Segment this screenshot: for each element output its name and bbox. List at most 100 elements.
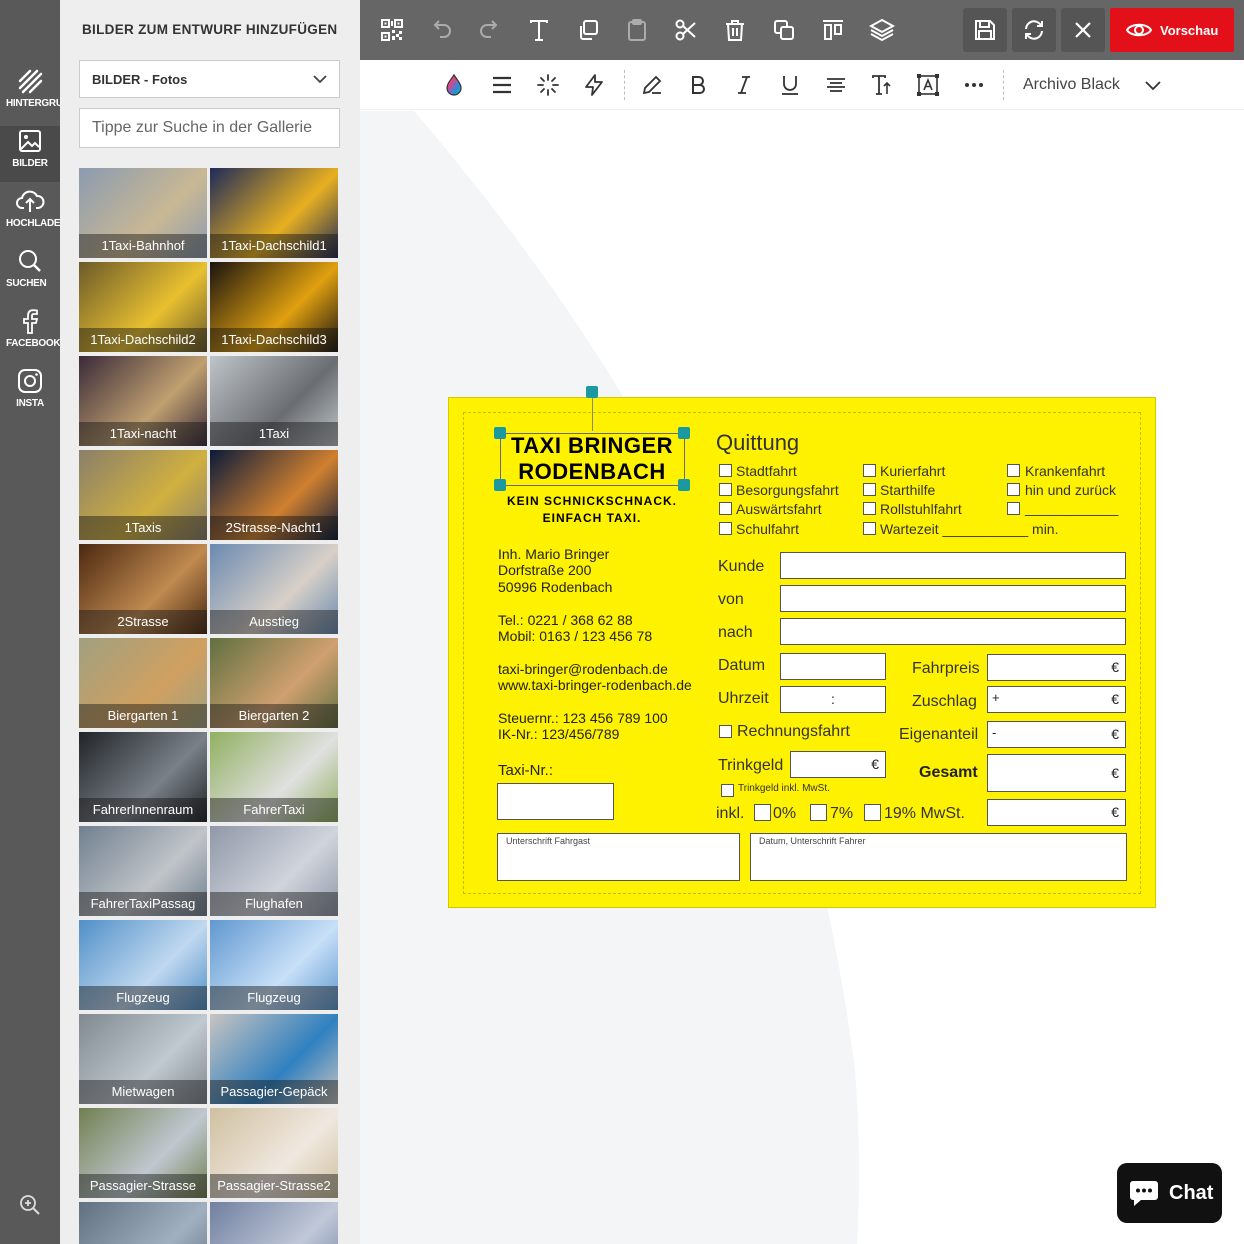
rotate-handle[interactable]: [586, 386, 598, 398]
align-center-button[interactable]: [823, 72, 849, 98]
more-options-button[interactable]: [961, 72, 987, 98]
underline-button[interactable]: [777, 72, 803, 98]
rail-item-hintergrund[interactable]: HINTERGRUND: [0, 66, 60, 122]
gallery-image-tile[interactable]: Passagier-Strasse: [79, 1108, 207, 1198]
chat-button[interactable]: Chat: [1117, 1163, 1222, 1223]
paste-button[interactable]: [621, 14, 653, 46]
taxi-number-field[interactable]: [497, 783, 614, 820]
checkbox[interactable]: [810, 804, 827, 821]
driver-signature-field[interactable]: Datum, Unterschrift Fahrer: [750, 833, 1127, 881]
fare-label: Fahrpreis: [912, 660, 980, 677]
checkbox[interactable]: [863, 464, 876, 477]
gallery-image-tile[interactable]: Biergarten 1: [79, 638, 207, 728]
align-top-button[interactable]: [817, 14, 849, 46]
close-button[interactable]: [1061, 8, 1105, 52]
cut-button[interactable]: [670, 14, 702, 46]
checkbox[interactable]: [719, 502, 732, 515]
gallery-image-tile[interactable]: FahrerTaxiPassag: [79, 826, 207, 916]
fare-field[interactable]: €: [987, 654, 1126, 681]
gallery-image-tile[interactable]: 1Taxi-Bahnhof: [79, 168, 207, 258]
font-size-button[interactable]: [869, 72, 895, 98]
line-spacing-button[interactable]: [489, 72, 515, 98]
rail-item-bilder[interactable]: BILDER: [0, 126, 60, 182]
checkbox[interactable]: [1007, 483, 1020, 496]
copayment-field[interactable]: - €: [987, 721, 1126, 748]
to-field[interactable]: [780, 618, 1126, 645]
checkbox[interactable]: [719, 522, 732, 535]
zoom-in-icon[interactable]: [18, 1193, 42, 1217]
checkbox[interactable]: [754, 804, 771, 821]
preview-button[interactable]: Vorschau: [1110, 8, 1234, 52]
checkbox[interactable]: [864, 804, 881, 821]
gallery-image-tile[interactable]: [210, 1202, 338, 1244]
edit-button[interactable]: [639, 72, 665, 98]
checkbox[interactable]: [863, 483, 876, 496]
tip-field[interactable]: €: [790, 751, 886, 778]
gallery-image-tile[interactable]: Biergarten 2: [210, 638, 338, 728]
refresh-button[interactable]: [1012, 8, 1056, 52]
gallery-image-tile[interactable]: Flughafen: [210, 826, 338, 916]
total-field[interactable]: €: [987, 754, 1126, 792]
redo-button[interactable]: [474, 14, 506, 46]
gallery-search-input[interactable]: [79, 108, 340, 148]
time-field[interactable]: :: [780, 686, 886, 713]
copy-button[interactable]: [572, 14, 604, 46]
text-box-button[interactable]: [915, 72, 941, 98]
italic-button[interactable]: [731, 72, 757, 98]
gallery-image-tile[interactable]: Ausstieg: [210, 544, 338, 634]
qr-code-button[interactable]: [376, 14, 408, 46]
rail-item-insta[interactable]: INSTA: [0, 366, 60, 422]
font-dropdown-button[interactable]: [1140, 72, 1166, 98]
gallery-image-tile[interactable]: 2Strasse-Nacht1: [210, 450, 338, 540]
checkbox[interactable]: [721, 784, 734, 797]
surcharge-label: Zuschlag: [912, 693, 977, 710]
checkbox[interactable]: [1007, 502, 1020, 515]
add-text-button[interactable]: [523, 14, 555, 46]
customer-field[interactable]: [780, 552, 1126, 579]
gallery-image-tile[interactable]: FahrerTaxi: [210, 732, 338, 822]
date-field[interactable]: [780, 653, 886, 680]
rail-item-facebook[interactable]: FACEBOOK: [0, 306, 60, 362]
duplicate-button[interactable]: [768, 14, 800, 46]
gallery-image-tile[interactable]: 2Strasse: [79, 544, 207, 634]
gallery-image-tile[interactable]: 1Taxi-nacht: [79, 356, 207, 446]
gallery-image-tile[interactable]: Flugzeug: [79, 920, 207, 1010]
guest-signature-field[interactable]: Unterschrift Fahrgast: [497, 833, 740, 881]
rail-item-suchen[interactable]: SUCHEN: [0, 246, 60, 302]
animation-button[interactable]: [581, 72, 607, 98]
gallery-image-tile[interactable]: [79, 1202, 207, 1244]
undo-button[interactable]: [425, 14, 457, 46]
bold-button[interactable]: [685, 72, 711, 98]
save-button[interactable]: [963, 8, 1007, 52]
effects-button[interactable]: [535, 72, 561, 98]
checkbox[interactable]: [1007, 464, 1020, 477]
font-family-select[interactable]: Archivo Black: [1023, 76, 1120, 94]
layers-button[interactable]: [866, 14, 898, 46]
checkbox[interactable]: [719, 464, 732, 477]
gallery-image-tile[interactable]: 1Taxi-Dachschild1: [210, 168, 338, 258]
from-field[interactable]: [780, 585, 1126, 612]
gallery-image-tile[interactable]: Mietwagen: [79, 1014, 207, 1104]
rail-item-hochladen[interactable]: HOCHLADEN: [0, 186, 60, 242]
checkbox[interactable]: [719, 483, 732, 496]
gallery-image-tile[interactable]: Passagier-Strasse2: [210, 1108, 338, 1198]
logo-line-2[interactable]: RODENBACH: [494, 459, 690, 485]
surcharge-field[interactable]: + €: [987, 686, 1126, 713]
logo-line-1[interactable]: TAXI BRINGER: [494, 433, 690, 459]
vat-amount-field[interactable]: €: [987, 799, 1126, 826]
gallery-image-tile[interactable]: FahrerInnenraum: [79, 732, 207, 822]
receipt-card[interactable]: TAXI BRINGER RODENBACH KEIN SCHNICKSCHNA…: [448, 386, 1156, 908]
checkbox[interactable]: [863, 502, 876, 515]
checkbox[interactable]: [719, 725, 732, 738]
delete-button[interactable]: [719, 14, 751, 46]
gallery-image-tile[interactable]: 1Taxi-Dachschild3: [210, 262, 338, 352]
gallery-image-tile[interactable]: 1Taxis: [79, 450, 207, 540]
checkbox[interactable]: [863, 522, 876, 535]
color-button[interactable]: [441, 72, 467, 98]
category-select[interactable]: BILDER - Fotos: [79, 60, 340, 98]
gallery-image-tile[interactable]: Passagier-Gepäck: [210, 1014, 338, 1104]
gallery-image-tile[interactable]: Flugzeug: [210, 920, 338, 1010]
mobile-text: Mobil: 0163 / 123 456 78: [498, 628, 653, 644]
gallery-image-tile[interactable]: 1Taxi: [210, 356, 338, 446]
gallery-image-tile[interactable]: 1Taxi-Dachschild2: [79, 262, 207, 352]
